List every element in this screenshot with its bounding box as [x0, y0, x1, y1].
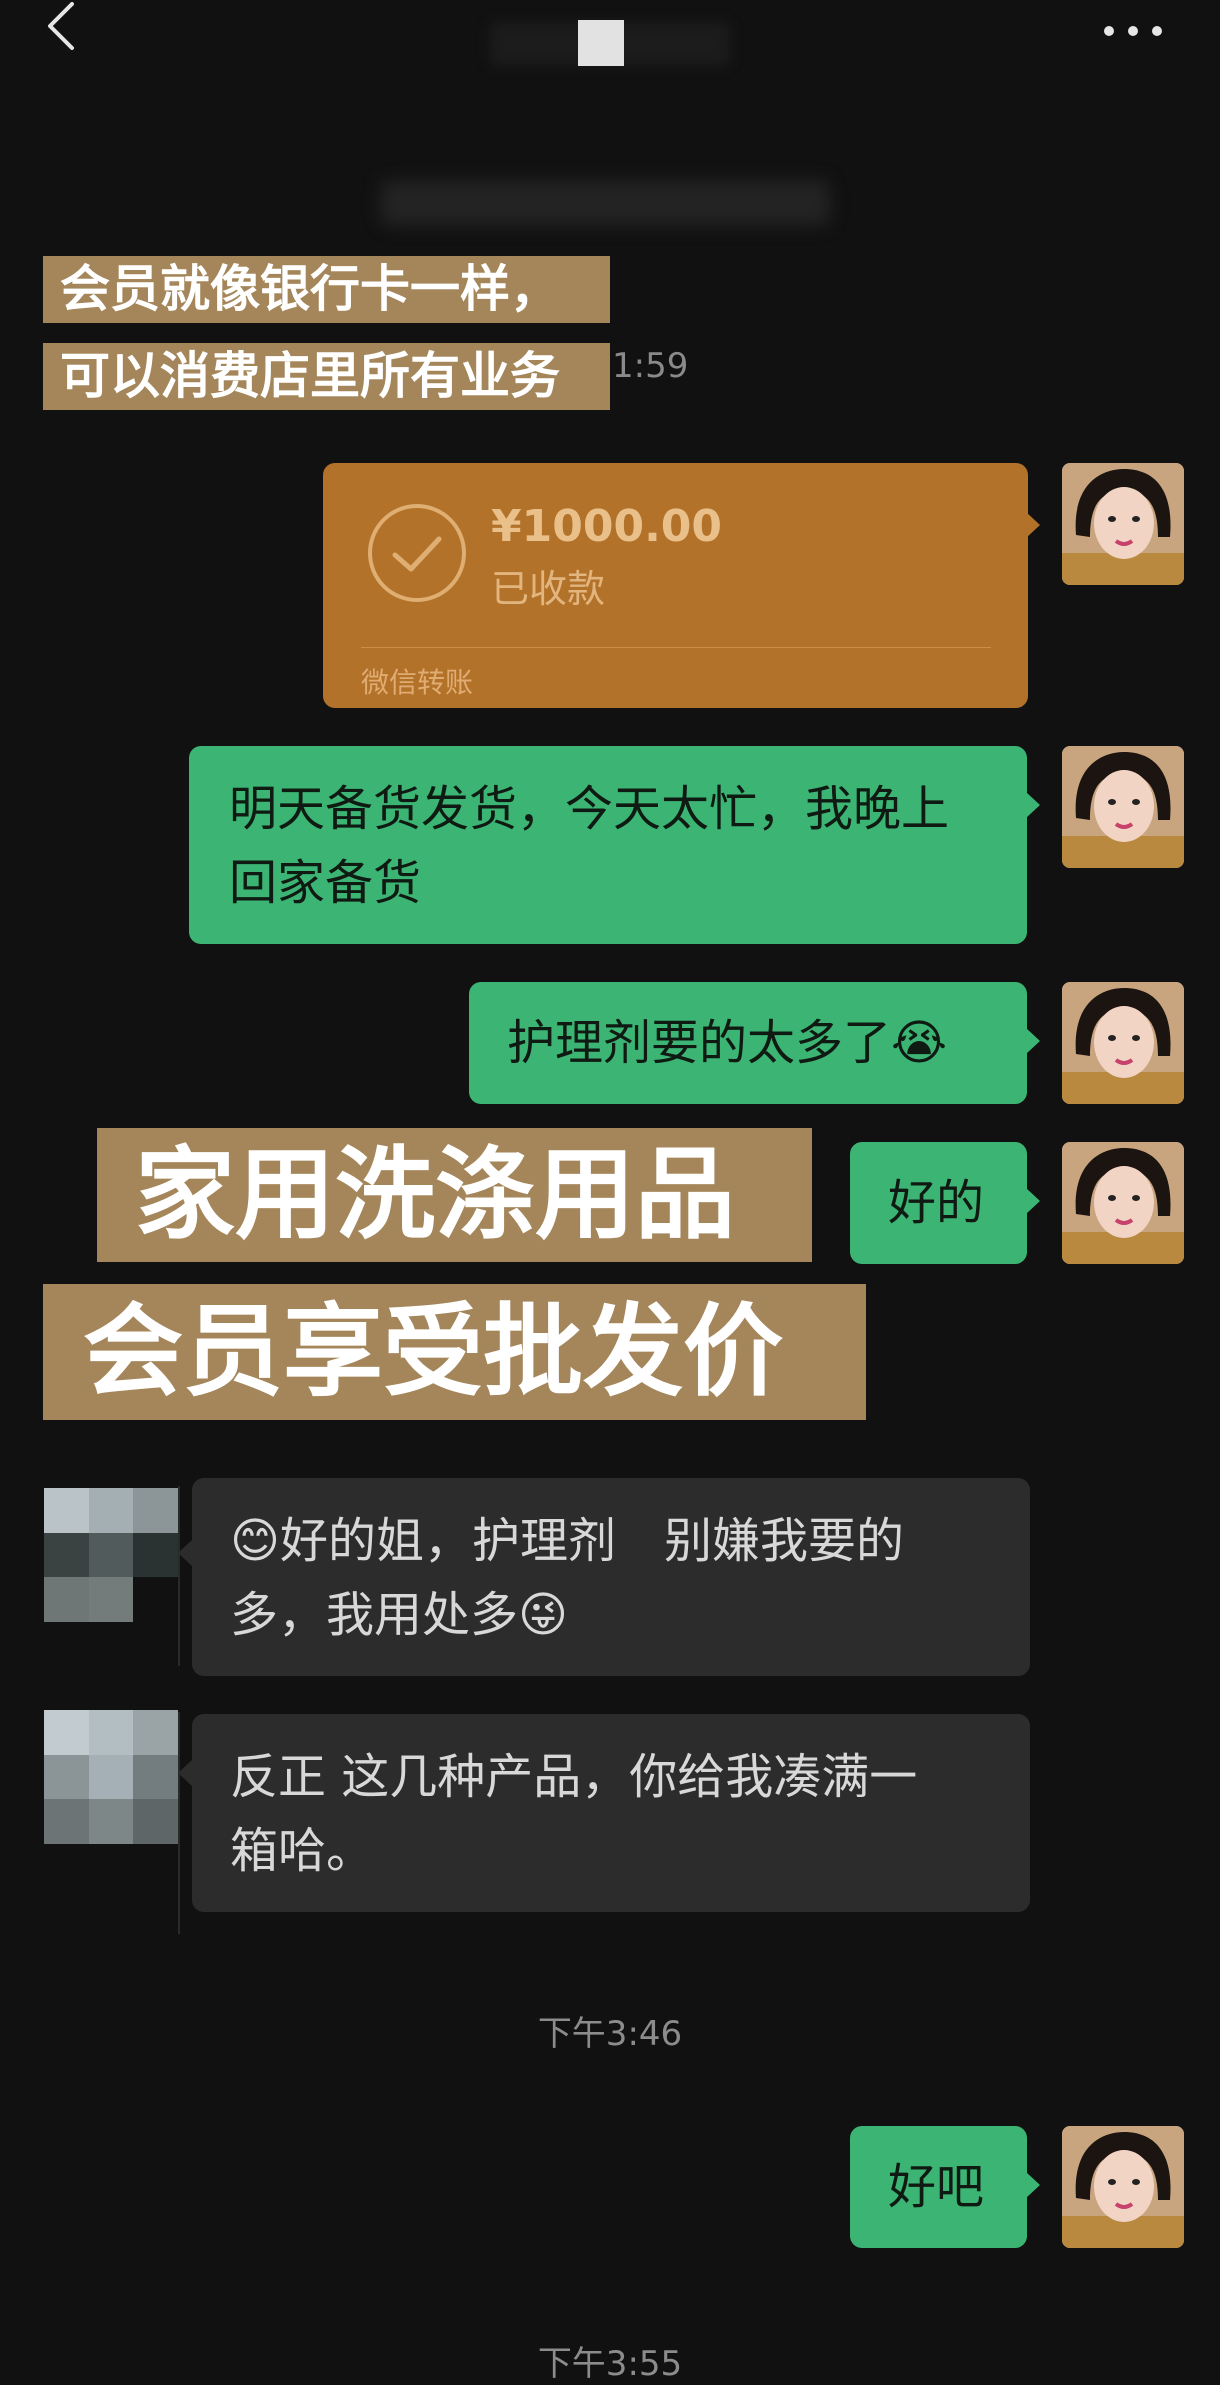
message-line: 多，我用处多	[230, 1587, 519, 1643]
avatar[interactable]	[1062, 982, 1184, 1104]
timestamp: 下午3:46	[537, 2014, 683, 2054]
timestamp: 下午3:55	[537, 2344, 683, 2384]
avatar-pixelated[interactable]	[44, 1488, 178, 1622]
avatar-image	[1062, 982, 1184, 1104]
blurred-text	[380, 180, 830, 226]
transfer-card[interactable]: ¥1000.00 已收款 微信转账	[323, 463, 1028, 708]
message-bubble[interactable]: 好吧	[850, 2126, 1027, 2248]
title-mask	[578, 20, 624, 66]
message-bubble[interactable]: 😊好的姐，护理剂 别嫌我要的 多，我用处多😜	[192, 1478, 1030, 1676]
avatar[interactable]	[1062, 2126, 1184, 2248]
message-line: 好的姐，护理剂 别嫌我要的	[280, 1513, 905, 1569]
promo-overlay-big-1: 家用洗涤用品	[97, 1128, 812, 1262]
time-fragment: 1:59	[612, 346, 689, 386]
bubble-tail	[178, 1760, 192, 1786]
back-button[interactable]	[40, 0, 100, 60]
avatar[interactable]	[1062, 1142, 1184, 1264]
message-line: 反正 这几种产品，你给我凑满一	[230, 1749, 918, 1805]
bubble-tail	[1026, 1188, 1040, 1214]
message-line: 箱哈。	[230, 1823, 375, 1879]
message-bubble[interactable]: 反正 这几种产品，你给我凑满一 箱哈。	[192, 1714, 1030, 1912]
bubble-tail	[1026, 1028, 1040, 1054]
message-bubble[interactable]: 护理剂要的太多了😭	[469, 982, 1027, 1104]
transfer-footer: 微信转账	[361, 666, 474, 699]
bubble-tail	[1026, 792, 1040, 818]
avatar-image	[1062, 746, 1184, 868]
chevron-left-icon	[48, 2, 74, 50]
check-circle-icon	[368, 504, 466, 602]
bubble-tail	[1026, 512, 1040, 538]
crying-laughing-emoji-icon: 😭	[891, 1015, 948, 1071]
message-text: 好的	[888, 1175, 985, 1231]
message-bubble[interactable]: 好的	[850, 1142, 1027, 1264]
message-text: 护理剂要的太多了	[507, 1015, 892, 1071]
message-text: 好吧	[888, 2159, 985, 2215]
divider	[178, 1486, 180, 1666]
promo-overlay-line-1: 会员就像银行卡一样，	[43, 256, 610, 323]
promo-overlay-line-2: 可以消费店里所有业务	[43, 343, 610, 410]
avatar-image	[1062, 2126, 1184, 2248]
avatar[interactable]	[1062, 463, 1184, 585]
transfer-divider	[361, 647, 991, 648]
smiling-emoji-icon: 😊	[230, 1513, 281, 1569]
message-line: 回家备货	[229, 855, 422, 911]
transfer-amount: ¥1000.00	[491, 501, 723, 552]
avatar-image	[1062, 1142, 1184, 1264]
message-bubble[interactable]: 明天备货发货，今天太忙，我晚上 回家备货	[189, 746, 1027, 944]
avatar-image	[1062, 463, 1184, 585]
promo-overlay-big-2: 会员享受批发价	[43, 1284, 866, 1420]
transfer-status: 已收款	[491, 567, 606, 611]
more-button[interactable]	[1100, 14, 1170, 44]
bubble-tail	[1026, 2172, 1040, 2198]
message-line: 明天备货发货，今天太忙，我晚上	[229, 781, 950, 837]
winking-tongue-emoji-icon: 😜	[518, 1587, 569, 1643]
avatar[interactable]	[1062, 746, 1184, 868]
avatar-pixelated[interactable]	[44, 1710, 178, 1844]
divider	[178, 1712, 180, 1934]
bubble-tail	[178, 1540, 192, 1566]
